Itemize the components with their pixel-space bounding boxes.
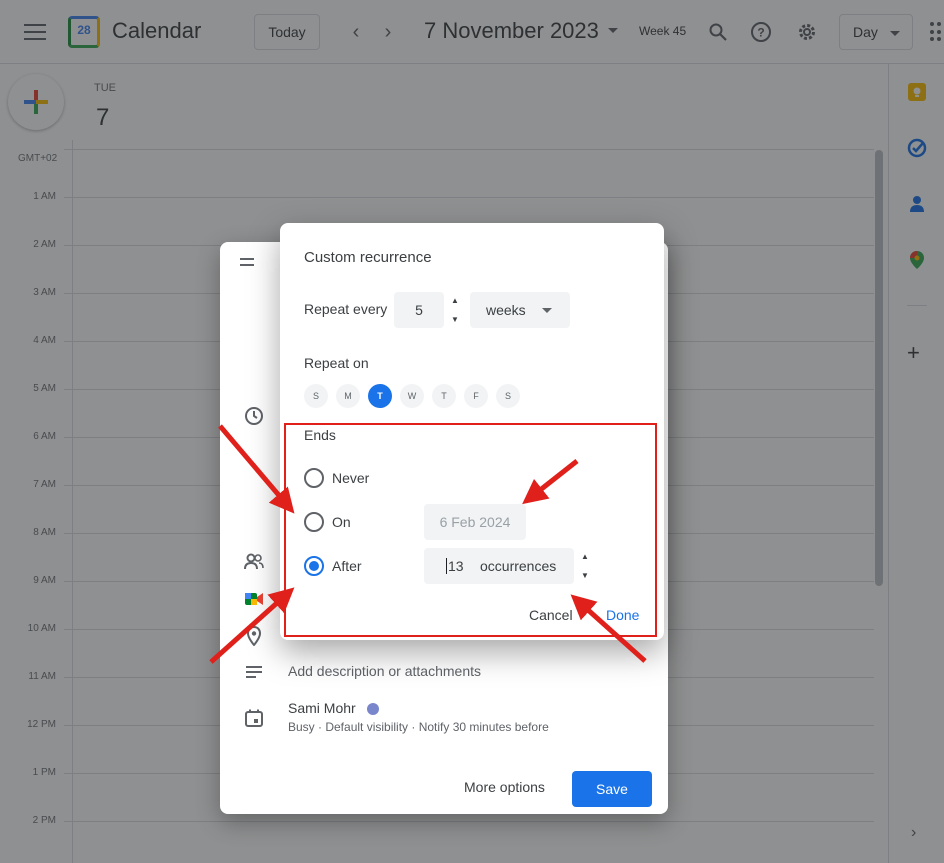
guests-icon [244, 552, 264, 572]
clock-icon [244, 406, 264, 426]
event-status-summary: Busy · Default visibility · Notify 30 mi… [288, 720, 549, 734]
repeat-count-input[interactable]: 5 [394, 292, 444, 328]
description-field[interactable]: Add description or attachments [288, 663, 481, 679]
weekday-chip[interactable]: F [464, 384, 488, 408]
description-icon [244, 662, 264, 682]
calendar-icon [244, 708, 264, 728]
repeat-unit-value: weeks [486, 302, 526, 318]
more-options-button[interactable]: More options [464, 779, 545, 795]
meet-icon[interactable] [244, 589, 264, 609]
drag-handle-icon[interactable] [240, 258, 254, 266]
calendar-color-dot [367, 703, 379, 715]
save-button[interactable]: Save [572, 771, 652, 807]
annotation-highlight-box [284, 423, 657, 637]
repeat-count-stepper[interactable]: ▲ ▼ [450, 296, 460, 324]
repeat-unit-select[interactable]: weeks [470, 292, 570, 328]
dropdown-caret-icon [542, 308, 552, 313]
location-icon [244, 625, 264, 647]
weekday-chip[interactable]: T [432, 384, 456, 408]
dialog-title: Custom recurrence [304, 249, 432, 266]
decrement-icon[interactable]: ▼ [451, 315, 459, 324]
repeat-every-label: Repeat every [304, 301, 388, 317]
weekday-chip[interactable]: M [336, 384, 360, 408]
calendar-owner[interactable]: Sami Mohr [288, 700, 356, 716]
weekday-chip[interactable]: S [496, 384, 520, 408]
weekday-chip[interactable]: W [400, 384, 424, 408]
repeat-on-label: Repeat on [304, 355, 369, 371]
increment-icon[interactable]: ▲ [451, 296, 459, 305]
weekday-chip[interactable]: S [304, 384, 328, 408]
weekday-chip[interactable]: T [368, 384, 392, 408]
